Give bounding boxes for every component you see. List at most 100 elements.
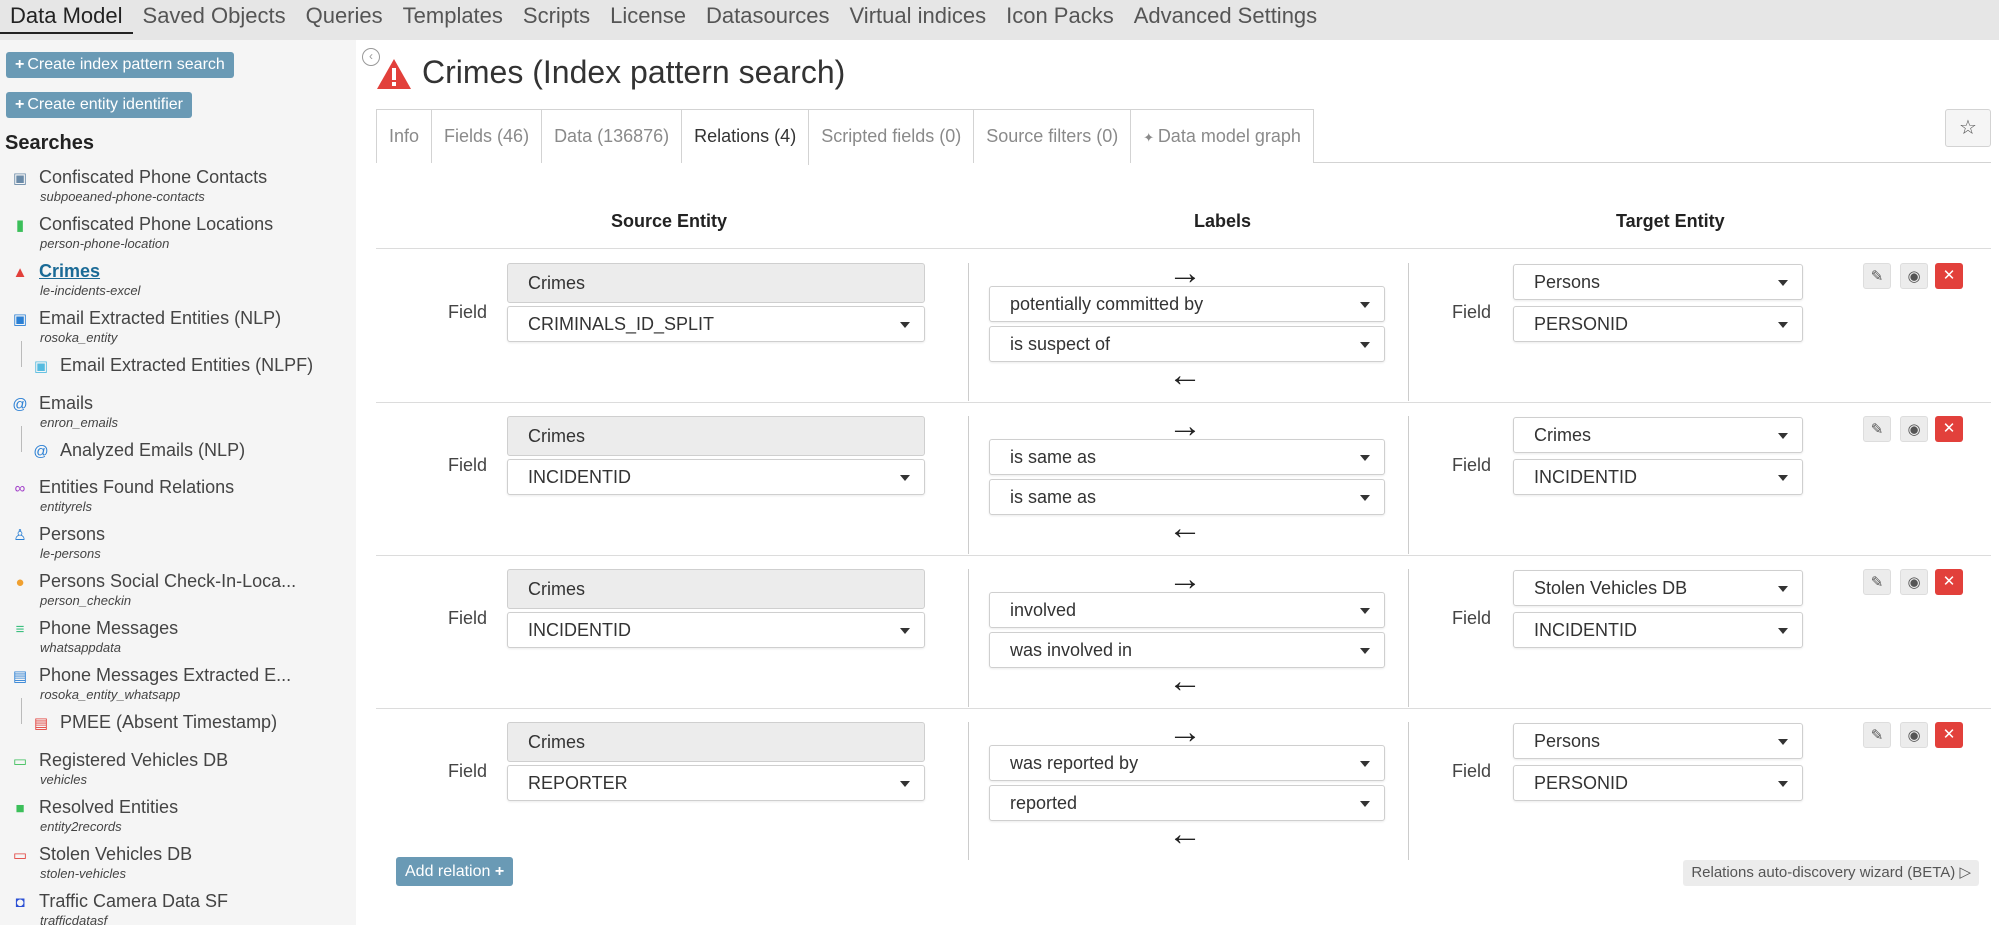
- main-panel: ‹ Crimes (Index pattern search) Info Fiel…: [356, 40, 1999, 925]
- create-index-pattern-search-button[interactable]: + Create index pattern search: [6, 52, 234, 78]
- view-relation-button[interactable]: ◉: [1900, 263, 1928, 289]
- nav-tab-datasources[interactable]: Datasources: [696, 0, 840, 40]
- chevron-down-icon: [1360, 761, 1370, 767]
- arrow-left-icon: ←: [1168, 662, 1202, 700]
- source-field-select[interactable]: REPORTER: [507, 765, 925, 801]
- sidebar-item-label: Phone Messages: [39, 618, 179, 638]
- sidebar-item-label: Stolen Vehicles DB: [39, 844, 193, 864]
- nav-tab-data-model[interactable]: Data Model: [0, 0, 133, 34]
- source-entity-name: Crimes: [507, 263, 925, 303]
- view-relation-button[interactable]: ◉: [1900, 569, 1928, 595]
- target-field-label: Field: [1452, 761, 1492, 781]
- edit-relation-button[interactable]: ✎: [1863, 569, 1891, 595]
- target-field-label: Field: [1452, 608, 1492, 628]
- tab-data[interactable]: Data (136876): [542, 110, 683, 163]
- arrow-right-icon: →: [1168, 254, 1202, 292]
- edit-relation-button[interactable]: ✎: [1863, 416, 1891, 442]
- phone-icon: ▮: [15, 217, 25, 234]
- tab-data-model-graph[interactable]: ✦ Data model graph: [1131, 110, 1313, 163]
- row-divider: [376, 708, 1991, 709]
- delete-relation-button[interactable]: ✕: [1935, 569, 1963, 595]
- nav-tab-templates[interactable]: Templates: [393, 0, 513, 40]
- add-relation-button[interactable]: Add relation +: [396, 857, 514, 886]
- column-divider: [1408, 722, 1409, 860]
- nav-tab-license[interactable]: License: [600, 0, 696, 40]
- target-field-label: Field: [1452, 455, 1492, 475]
- relation-row: Field Crimes REPORTER → was reported by repor…: [376, 710, 1991, 860]
- target-field-select[interactable]: PERSONID: [1513, 765, 1803, 801]
- nav-tab-queries[interactable]: Queries: [296, 0, 393, 40]
- relations-wizard-button[interactable]: Relations auto-discovery wizard (BETA) ▷: [1683, 860, 1979, 886]
- delete-relation-button[interactable]: ✕: [1935, 722, 1963, 748]
- tab-scripted-fields[interactable]: Scripted fields (0): [809, 110, 975, 163]
- id-card-icon: ▤: [12, 668, 28, 685]
- chevron-down-icon: [1360, 455, 1370, 461]
- sidebar-item-index: person-phone-location: [40, 236, 170, 251]
- relation-row: Field Crimes INCIDENTID → is same as is same …: [376, 404, 1991, 554]
- at-icon: @: [33, 443, 49, 460]
- target-entity-select[interactable]: Crimes: [1513, 417, 1803, 453]
- delete-relation-button[interactable]: ✕: [1935, 416, 1963, 442]
- nav-tab-icon-packs[interactable]: Icon Packs: [996, 0, 1124, 40]
- sidebar-item-index: person_checkin: [40, 593, 132, 608]
- create-entity-identifier-button[interactable]: + Create entity identifier: [6, 92, 192, 118]
- nav-tab-scripts[interactable]: Scripts: [513, 0, 600, 40]
- target-entity-select[interactable]: Stolen Vehicles DB: [1513, 570, 1803, 606]
- chevron-down-icon: [1778, 739, 1788, 745]
- sidebar-item-label: Persons Social Check-In-Loca...: [39, 571, 297, 591]
- sidebar-item-label: Crimes: [39, 261, 101, 281]
- column-target-entity: Target Entity: [1616, 211, 1725, 231]
- source-field-select[interactable]: CRIMINALS_ID_SPLIT: [507, 306, 925, 342]
- cube-icon: ■: [15, 800, 25, 817]
- target-entity-select[interactable]: Persons: [1513, 264, 1803, 300]
- forward-label-select[interactable]: is same as: [989, 439, 1385, 475]
- sidebar-item-index: stolen-vehicles: [40, 866, 126, 881]
- tab-relations[interactable]: Relations (4): [682, 110, 810, 165]
- chevron-down-icon: [900, 475, 910, 481]
- target-entity-select[interactable]: Persons: [1513, 723, 1803, 759]
- tab-info[interactable]: Info: [377, 110, 433, 163]
- header-divider: [376, 248, 1991, 249]
- view-relation-button[interactable]: ◉: [1900, 722, 1928, 748]
- source-field-select[interactable]: INCIDENTID: [507, 459, 925, 495]
- sidebar-item-label: Entities Found Relations: [39, 477, 235, 497]
- chevron-down-icon: [900, 322, 910, 328]
- source-entity-name: Crimes: [507, 569, 925, 609]
- link-icon: ∞: [14, 480, 26, 497]
- column-divider: [1408, 263, 1409, 401]
- tab-bar: Info Fields (46) Data (136876) Relations (4…: [376, 109, 1991, 165]
- target-field-select[interactable]: INCIDENTID: [1513, 612, 1803, 648]
- forward-label-select[interactable]: involved: [989, 592, 1385, 628]
- tab-source-filters[interactable]: Source filters (0): [974, 110, 1132, 163]
- edit-relation-button[interactable]: ✎: [1863, 263, 1891, 289]
- nav-tab-advanced-settings[interactable]: Advanced Settings: [1124, 0, 1327, 40]
- relation-row: Field Crimes CRIMINALS_ID_SPLIT → potentiall…: [376, 251, 1991, 401]
- edit-relation-button[interactable]: ✎: [1863, 722, 1891, 748]
- contact-badge-icon: ▣: [12, 311, 28, 328]
- chevron-down-icon: [1778, 433, 1788, 439]
- column-labels: Labels: [1194, 211, 1252, 231]
- target-field-select[interactable]: INCIDENTID: [1513, 459, 1803, 495]
- source-field-select[interactable]: INCIDENTID: [507, 612, 925, 648]
- sidebar-item-label: PMEE (Absent Timestamp): [60, 712, 278, 732]
- id-card-icon: ▤: [33, 715, 49, 732]
- target-field-label: Field: [1452, 302, 1492, 322]
- view-relation-button[interactable]: ◉: [1900, 416, 1928, 442]
- tab-fields[interactable]: Fields (46): [432, 110, 543, 163]
- sidebar: + Create index pattern search + Create ent…: [0, 40, 356, 925]
- chevron-down-icon: [900, 628, 910, 634]
- forward-label-select[interactable]: potentially committed by: [989, 286, 1385, 322]
- searches-heading: Searches: [5, 132, 94, 154]
- source-field-label: Field: [448, 608, 488, 628]
- warning-icon: [377, 59, 411, 89]
- delete-relation-button[interactable]: ✕: [1935, 263, 1963, 289]
- chevron-down-icon: [1360, 608, 1370, 614]
- target-field-select[interactable]: PERSONID: [1513, 306, 1803, 342]
- sidebar-item-index: enron_emails: [40, 415, 119, 430]
- nav-tab-saved-objects[interactable]: Saved Objects: [133, 0, 296, 40]
- arrow-right-icon: →: [1168, 713, 1202, 751]
- nav-tab-virtual-indices[interactable]: Virtual indices: [840, 0, 997, 40]
- favorite-star-button[interactable]: ☆: [1945, 109, 1991, 147]
- forward-label-select[interactable]: was reported by: [989, 745, 1385, 781]
- lines-icon: ≡: [15, 621, 25, 638]
